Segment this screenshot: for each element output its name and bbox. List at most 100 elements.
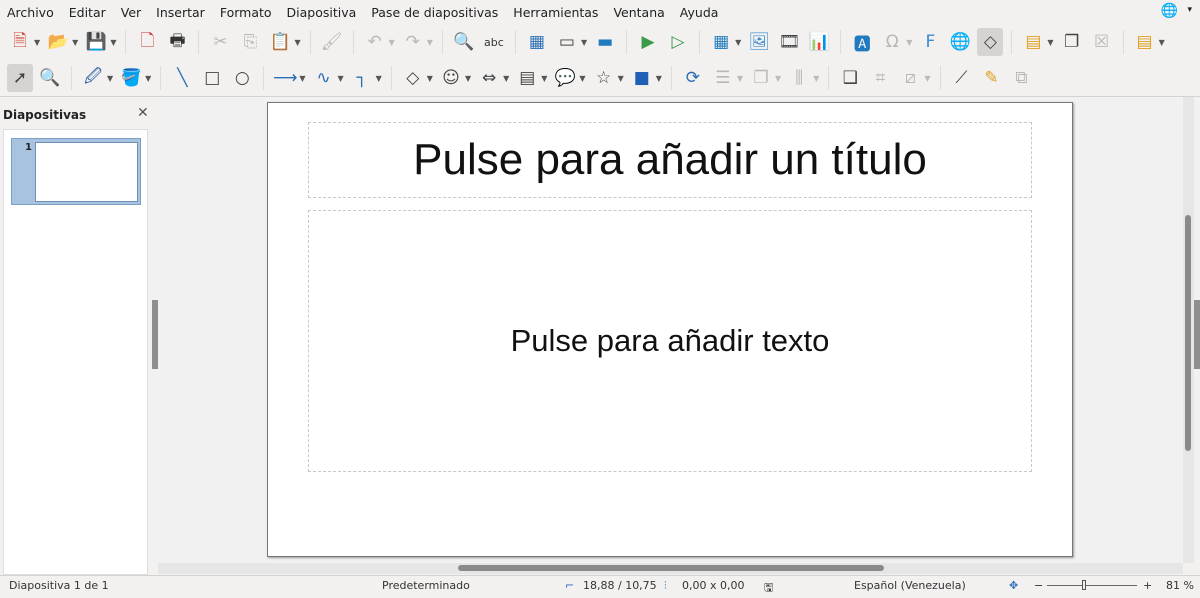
grid-button[interactable]: ▦ (524, 28, 550, 56)
image-button[interactable]: 🖼 (746, 28, 772, 56)
chevron-down-icon[interactable]: ▼ (427, 38, 433, 47)
line-button[interactable]: ╲ (169, 64, 195, 92)
chevron-down-icon[interactable]: ▼ (656, 74, 662, 83)
open-folder-button[interactable]: 📂 (45, 28, 71, 56)
chevron-down-icon[interactable]: ▼ (337, 74, 343, 83)
menu-ventana[interactable]: Ventana (613, 5, 664, 20)
save-button[interactable]: 💾 (83, 28, 109, 56)
chevron-down-icon[interactable]: ▼ (541, 74, 547, 83)
right-sidebar-handle[interactable] (1194, 300, 1200, 369)
menu-editar[interactable]: Editar (69, 5, 106, 20)
slide-layout-button[interactable]: ▤ (1132, 28, 1158, 56)
3d-objects-button[interactable]: ■ (629, 64, 655, 92)
line-arrow-button[interactable]: ⟶ (272, 64, 298, 92)
select-pointer-button[interactable]: ➚ (7, 64, 33, 92)
vertical-scrollbar[interactable] (1183, 97, 1194, 563)
chevron-down-icon[interactable]: ▼ (503, 74, 509, 83)
copy-button[interactable]: ⎘ (237, 28, 263, 56)
cut-button[interactable]: ✂ (207, 28, 233, 56)
chevron-down-icon[interactable]: ▼ (389, 38, 395, 47)
chevron-down-icon[interactable]: ▼ (737, 74, 743, 83)
language-globe-icon[interactable]: 🌐 (1161, 3, 1178, 19)
chevron-down-icon[interactable]: ▼ (906, 38, 912, 47)
stars-button[interactable]: ☆ (591, 64, 617, 92)
export-pdf-button[interactable]: 🗋 (134, 28, 160, 56)
special-character-button[interactable]: Ω (879, 28, 905, 56)
chevron-down-icon[interactable]: ▼ (924, 74, 930, 83)
paste-button[interactable]: 📋 (267, 28, 293, 56)
crop-button[interactable]: ⌗ (867, 64, 893, 92)
zoom-slider-handle[interactable] (1082, 580, 1086, 590)
chevron-down-icon[interactable]: ▾ (1187, 5, 1192, 15)
fill-color-button[interactable]: 🪣 (118, 64, 144, 92)
undo-button[interactable]: ↶ (362, 28, 388, 56)
title-placeholder[interactable]: Pulse para añadir un título (308, 122, 1032, 198)
close-icon[interactable]: ✕ (137, 105, 149, 121)
new-slide-button[interactable]: ▤ (1020, 28, 1046, 56)
align-button[interactable]: ☰ (710, 64, 736, 92)
menu-herramientas[interactable]: Herramientas (513, 5, 598, 20)
zoom-pan-button[interactable]: 🔍 (37, 64, 63, 92)
menu-diapositiva[interactable]: Diapositiva (287, 5, 357, 20)
menu-insertar[interactable]: Insertar (156, 5, 205, 20)
chevron-down-icon[interactable]: ▼ (735, 38, 741, 47)
ellipse-button[interactable]: ○ (229, 64, 255, 92)
table-button[interactable]: ▦ (708, 28, 734, 56)
distribute-button[interactable]: ⫼ (786, 64, 812, 92)
rotate-button[interactable]: ⟳ (680, 64, 706, 92)
text-box-button[interactable]: 🅰 (849, 28, 875, 56)
basic-shapes-button[interactable]: ◇ (400, 64, 426, 92)
toggle-extrusion-button[interactable]: ⧉ (1009, 64, 1035, 92)
duplicate-slide-button[interactable]: ❐ (1059, 28, 1085, 56)
flowchart-button[interactable]: ▤ (514, 64, 540, 92)
zoom-in-button[interactable]: + (1143, 579, 1152, 592)
zoom-out-button[interactable]: − (1034, 579, 1043, 592)
start-from-first-button[interactable]: ▶ (635, 28, 661, 56)
connector-button[interactable]: ┐ (349, 64, 375, 92)
chevron-down-icon[interactable]: ▼ (579, 74, 585, 83)
document-modified-icon[interactable]: 🖫 (764, 579, 773, 598)
chevron-down-icon[interactable]: ▼ (465, 74, 471, 83)
arrange-button[interactable]: ❐ (748, 64, 774, 92)
glue-points-button[interactable]: ✎ (979, 64, 1005, 92)
chevron-down-icon[interactable]: ▼ (376, 74, 382, 83)
print-button[interactable]: 🖶 (164, 28, 190, 56)
curve-button[interactable]: ∿ (310, 64, 336, 92)
fontwork-button[interactable]: F (917, 28, 943, 56)
chevron-down-icon[interactable]: ▼ (813, 74, 819, 83)
spellcheck-button[interactable]: abc (481, 28, 507, 56)
horizontal-scrollbar[interactable] (158, 563, 1183, 574)
points-button[interactable]: ⟋ (949, 64, 975, 92)
horizontal-scroll-thumb[interactable] (458, 565, 884, 571)
chevron-down-icon[interactable]: ▼ (299, 74, 305, 83)
media-button[interactable]: 🎞 (776, 28, 802, 56)
shadow-button[interactable]: ❑ (837, 64, 863, 92)
chevron-down-icon[interactable]: ▼ (1047, 38, 1053, 47)
chevron-down-icon[interactable]: ▼ (294, 38, 300, 47)
slide-canvas[interactable]: Pulse para añadir un título Pulse para a… (267, 102, 1073, 557)
start-from-current-button[interactable]: ▷ (665, 28, 691, 56)
text-placeholder[interactable]: Pulse para añadir texto (308, 210, 1032, 472)
vertical-scroll-thumb[interactable] (1185, 215, 1191, 451)
chevron-down-icon[interactable]: ▼ (34, 38, 40, 47)
block-arrows-button[interactable]: ⇔ (476, 64, 502, 92)
shapes-button[interactable]: ◇ (977, 28, 1004, 56)
chevron-down-icon[interactable]: ▼ (145, 74, 151, 83)
symbol-shapes-button[interactable]: ☺ (438, 64, 464, 92)
new-document-button[interactable]: 🗎 (7, 28, 33, 56)
master-slide-button[interactable]: ▬ (592, 28, 618, 56)
language-status[interactable]: Español (Venezuela) (854, 579, 966, 592)
chart-button[interactable]: 📊 (806, 28, 832, 56)
menu-ayuda[interactable]: Ayuda (680, 5, 719, 20)
menu-pase-de-diapositivas[interactable]: Pase de diapositivas (371, 5, 498, 20)
rectangle-button[interactable]: □ (199, 64, 225, 92)
chevron-down-icon[interactable]: ▼ (1159, 38, 1165, 47)
chevron-down-icon[interactable]: ▼ (427, 74, 433, 83)
zoom-slider[interactable] (1047, 585, 1137, 586)
chevron-down-icon[interactable]: ▼ (72, 38, 78, 47)
menu-formato[interactable]: Formato (220, 5, 272, 20)
chevron-down-icon[interactable]: ▼ (581, 38, 587, 47)
chevron-down-icon[interactable]: ▼ (775, 74, 781, 83)
menu-archivo[interactable]: Archivo (7, 5, 54, 20)
callouts-button[interactable]: 💬 (552, 64, 578, 92)
